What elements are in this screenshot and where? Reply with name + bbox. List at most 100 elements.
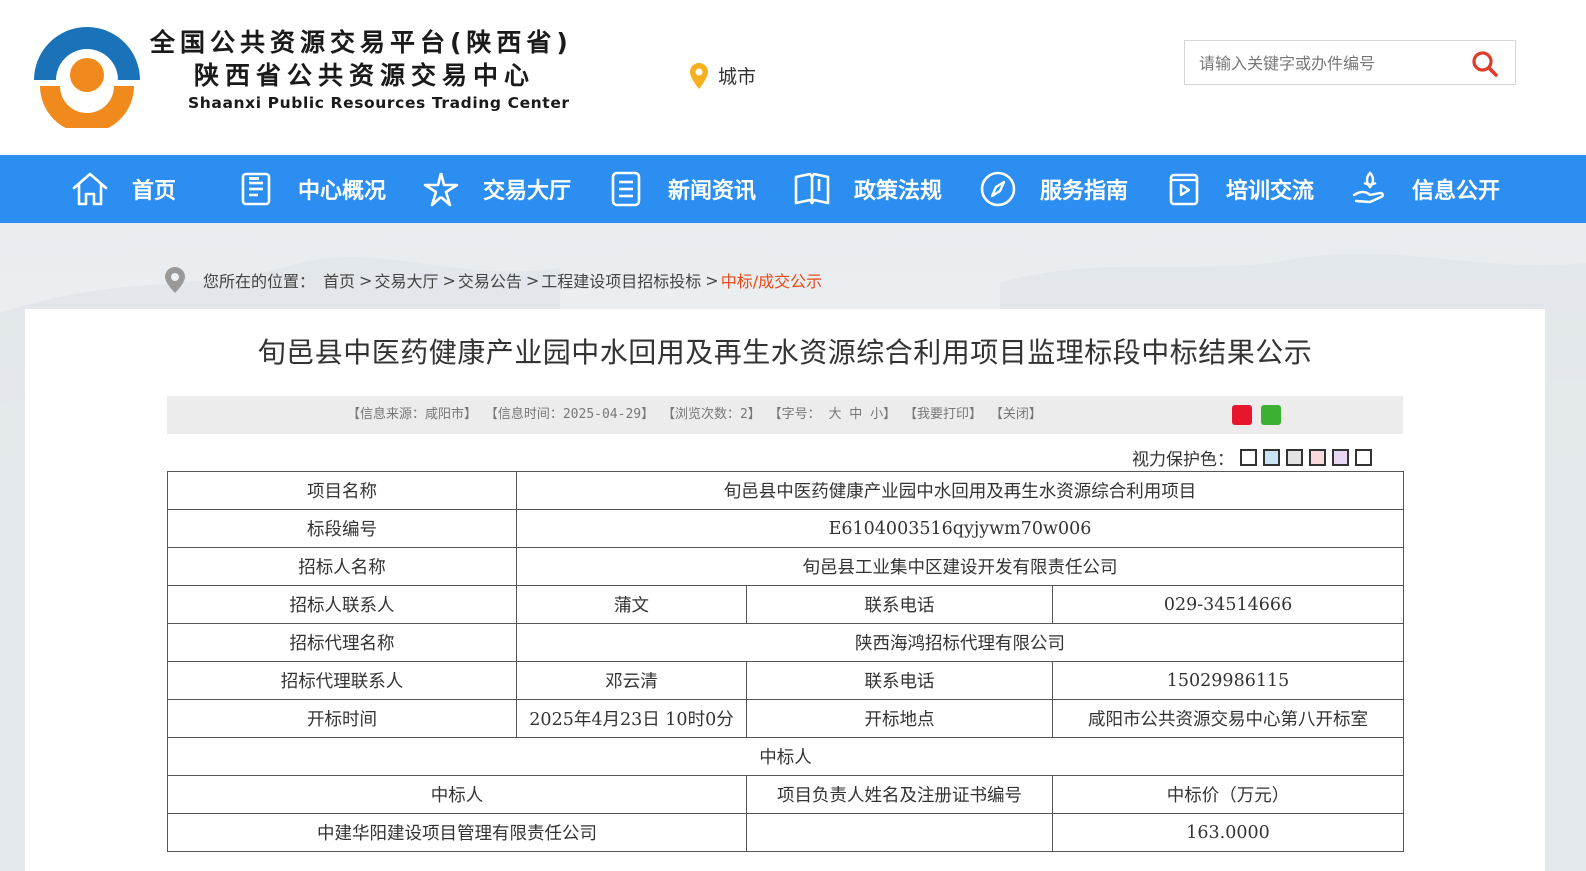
weibo-share-icon[interactable] xyxy=(1232,405,1252,425)
wechat-share-icon[interactable] xyxy=(1261,405,1281,425)
font-size-large[interactable]: 大 xyxy=(828,407,841,422)
location-pin-icon xyxy=(690,62,708,89)
article-meta-bar: 【信息来源：咸阳市】 【信息时间：2025-04-29】 【浏览次数：2】 【字… xyxy=(167,396,1403,434)
table-value: 中建华阳建设项目管理有限责任公司 xyxy=(167,813,747,852)
eye-color-swatch-blue[interactable] xyxy=(1263,449,1280,466)
meta-font-size-label: 【字号： xyxy=(768,407,821,422)
breadcrumb-home[interactable]: 首页 xyxy=(323,268,355,292)
eye-color-swatch-purple[interactable] xyxy=(1332,449,1349,466)
breadcrumb-separator: > xyxy=(442,270,456,290)
table-label: 开标时间 xyxy=(167,699,517,738)
hand-icon xyxy=(1352,171,1384,204)
breadcrumb-current[interactable]: 中标/成交公示 xyxy=(721,268,822,292)
nav-item-center-overview[interactable]: 中心概况 xyxy=(236,155,386,223)
font-size-small[interactable]: 小】 xyxy=(870,407,896,422)
nav-item-service-guide[interactable]: 服务指南 xyxy=(978,155,1128,223)
eye-protection-color: 视力保护色： xyxy=(1132,445,1372,470)
table-column-header: 中标人 xyxy=(167,775,747,814)
nav-label: 服务指南 xyxy=(1040,179,1129,204)
table-row: 项目名称 旬邑县中医药健康产业园中水回用及再生水资源综合利用项目 xyxy=(167,471,1405,510)
star-icon xyxy=(423,172,459,207)
nav-label: 首页 xyxy=(132,179,177,204)
meta-source: 【信息来源：咸阳市】 xyxy=(347,407,478,422)
bid-result-table: 项目名称 旬邑县中医药健康产业园中水回用及再生水资源综合利用项目 标段编号 E6… xyxy=(166,471,1405,852)
table-row: 标段编号 E6104003516qyjywm70w006 xyxy=(167,509,1405,548)
table-label: 联系电话 xyxy=(746,585,1053,624)
breadcrumb: 您所在的位置： 首页 > 交易大厅 > 交易公告 > 工程建设项目招标投标 > … xyxy=(165,266,822,294)
eye-color-swatch-default[interactable] xyxy=(1355,449,1372,466)
table-value xyxy=(746,813,1053,852)
search-input[interactable] xyxy=(1199,49,1459,77)
table-label: 标段编号 xyxy=(167,509,517,548)
table-label: 招标人名称 xyxy=(167,547,517,586)
table-value: 蒲文 xyxy=(516,585,747,624)
eye-color-swatch-pink[interactable] xyxy=(1309,449,1326,466)
close-link[interactable]: 【关闭】 xyxy=(990,407,1042,422)
site-header: 全国公共资源交易平台(陕西省) 陕西省公共资源交易中心 Shaanxi Publ… xyxy=(0,0,1586,155)
breadcrumb-trading-hall[interactable]: 交易大厅 xyxy=(374,268,438,292)
table-column-header: 中标价（万元） xyxy=(1051,775,1405,814)
eye-color-swatch-gray[interactable] xyxy=(1286,449,1303,466)
nav-label: 培训交流 xyxy=(1226,179,1315,204)
search-box xyxy=(1184,40,1516,85)
nav-label: 政策法规 xyxy=(854,179,943,204)
logo-english-title: Shaanxi Public Resources Trading Center xyxy=(188,94,570,112)
compass-icon xyxy=(980,171,1016,207)
eye-color-swatch-white[interactable] xyxy=(1240,449,1257,466)
article-meta: 【信息来源：咸阳市】 【信息时间：2025-04-29】 【浏览次数：2】 【字… xyxy=(347,396,1042,434)
nav-item-news[interactable]: 新闻资讯 xyxy=(606,155,756,223)
table-label: 招标代理联系人 xyxy=(167,661,517,700)
table-row: 招标代理联系人 邓云清 联系电话 15029986115 xyxy=(167,661,1405,700)
breadcrumb-announcements[interactable]: 交易公告 xyxy=(458,268,522,292)
city-selector[interactable]: 城市 xyxy=(690,62,756,89)
logo-title-line1: 全国公共资源交易平台(陕西省) xyxy=(150,28,573,57)
table-value: 邓云清 xyxy=(516,661,747,700)
nav-label: 交易大厅 xyxy=(483,179,572,204)
table-value: 旬邑县工业集中区建设开发有限责任公司 xyxy=(515,547,1405,586)
meta-views: 【浏览次数：2】 xyxy=(661,407,761,422)
nav-label: 中心概况 xyxy=(298,179,387,204)
table-row: 开标时间 2025年4月23日 10时0分 开标地点 咸阳市公共资源交易中心第八… xyxy=(167,699,1405,738)
table-value: 2025年4月23日 10时0分 xyxy=(516,699,747,738)
table-value: 163.0000 xyxy=(1051,813,1405,852)
nav-item-training[interactable]: 培训交流 xyxy=(1164,155,1314,223)
eye-protection-label: 视力保护色： xyxy=(1132,450,1234,470)
table-label: 项目名称 xyxy=(167,471,517,510)
table-column-header: 项目负责人姓名及注册证书编号 xyxy=(746,775,1053,814)
breadcrumb-separator: > xyxy=(525,270,540,290)
video-icon xyxy=(1169,173,1199,206)
table-row: 中标人 项目负责人姓名及注册证书编号 中标价（万元） xyxy=(167,775,1405,814)
table-label: 招标人联系人 xyxy=(167,585,517,624)
table-value: 15029986115 xyxy=(1051,661,1405,700)
nav-item-home[interactable]: 首页 xyxy=(70,155,176,223)
article-panel: 旬邑县中医药健康产业园中水回用及再生水资源综合利用项目监理标段中标结果公示 【信… xyxy=(25,309,1545,871)
logo-title-line2: 陕西省公共资源交易中心 xyxy=(194,61,536,90)
print-link[interactable]: 【我要打印】 xyxy=(904,407,982,422)
table-row: 中标人 xyxy=(166,737,1405,776)
search-icon[interactable] xyxy=(1471,50,1499,78)
table-value: 咸阳市公共资源交易中心第八开标室 xyxy=(1051,699,1405,738)
table-row: 招标代理名称 陕西海鸿招标代理有限公司 xyxy=(167,623,1405,662)
nav-label: 新闻资讯 xyxy=(668,179,757,204)
table-row: 中建华阳建设项目管理有限责任公司 163.0000 xyxy=(167,813,1405,852)
font-size-medium[interactable]: 中 xyxy=(849,407,862,422)
breadcrumb-prefix: 您所在的位置： xyxy=(203,272,316,291)
table-value: 陕西海鸿招标代理有限公司 xyxy=(515,623,1405,662)
document-icon xyxy=(241,172,271,206)
logo-text: 全国公共资源交易平台(陕西省) 陕西省公共资源交易中心 Shaanxi Publ… xyxy=(150,26,573,112)
book-icon xyxy=(794,172,830,205)
table-value: 旬邑县中医药健康产业园中水回用及再生水资源综合利用项目 xyxy=(515,471,1405,510)
location-pin-icon xyxy=(165,267,185,293)
table-section-header: 中标人 xyxy=(166,737,1405,776)
nav-item-trading-hall[interactable]: 交易大厅 xyxy=(421,155,571,223)
logo-icon[interactable] xyxy=(30,20,144,128)
nav-item-info-disclosure[interactable]: 信息公开 xyxy=(1350,155,1500,223)
table-row: 招标人联系人 蒲文 联系电话 029-34514666 xyxy=(167,585,1405,624)
meta-time: 【信息时间：2025-04-29】 xyxy=(484,407,655,422)
nav-item-policy[interactable]: 政策法规 xyxy=(792,155,942,223)
list-icon xyxy=(611,171,641,207)
home-icon xyxy=(72,172,108,206)
breadcrumb-engineering-bidding[interactable]: 工程建设项目招标投标 xyxy=(541,268,701,292)
breadcrumb-separator: > xyxy=(705,270,719,290)
nav-label: 信息公开 xyxy=(1412,179,1501,204)
